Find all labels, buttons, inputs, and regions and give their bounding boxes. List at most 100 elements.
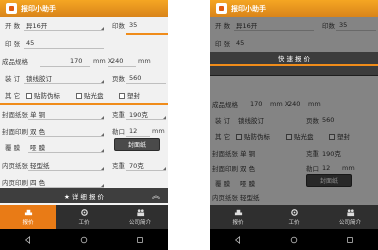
fengmian-yin-select[interactable]: 双 色 [30, 126, 45, 136]
quick-quote-header: 快 速 报 价 [277, 55, 311, 63]
tab-quote[interactable]: 报价 [210, 205, 266, 229]
neiwen-ke-label: 克重 [112, 162, 125, 170]
neiwen-yin-select[interactable]: 四 色 [30, 177, 45, 187]
opt-fangwei-label: 贴防伪标 [34, 92, 60, 100]
yinzhang-underline [24, 48, 104, 49]
tab-quote-label: 报价 [232, 220, 244, 226]
opt-guangpan-label: 贴光盘 [84, 92, 104, 100]
fengmian-zhi-select[interactable]: 单 铜 [30, 109, 45, 119]
zhuangding-select[interactable]: 锁线胶订 [26, 73, 52, 83]
fengmian-ke-label: 克重 [112, 111, 125, 119]
gold-icon [234, 209, 242, 216]
chengpin-width-input[interactable]: 170 [70, 57, 82, 65]
back-icon[interactable] [24, 235, 32, 244]
yeshu-input[interactable]: 560 [129, 74, 141, 82]
checkbox-icon [119, 93, 125, 99]
tab-price[interactable]: 工价 [56, 205, 112, 229]
recent-icon[interactable] [346, 236, 354, 244]
lekou-label: 勒口 [112, 128, 125, 136]
tab-quote-label: 报价 [22, 220, 34, 226]
fengmian-yin-underline [28, 136, 104, 137]
yinshu-label: 印数 [112, 22, 125, 30]
fengmian-yin-label: 封面印刷 [2, 128, 28, 136]
detailed-quote-button[interactable]: ★ 详 细 报 价 ︽ [0, 188, 168, 203]
app-icon [6, 3, 17, 14]
gear-icon [290, 209, 298, 216]
tab-company[interactable]: 公司简介 [112, 205, 168, 229]
qita-label: 其 它 [5, 92, 21, 100]
kaishu-select[interactable]: 异16开 [26, 20, 47, 30]
yeshu-label: 页数 [112, 75, 125, 83]
chengpin-unit-label: mm [138, 57, 151, 65]
zhuangding-label: 装 订 [5, 75, 21, 83]
cover-paper-button[interactable]: 封面纸 [114, 138, 160, 151]
zhuangding-underline [24, 83, 104, 84]
fumo-select[interactable]: 哑 膜 [30, 142, 45, 152]
tab-company[interactable]: 公司简介 [322, 205, 378, 229]
chevron-up-icon: ︽ [152, 191, 160, 200]
bottom-tab-bar: 报价 工价 公司简介 [210, 205, 378, 229]
tab-quote[interactable]: 报价 [0, 205, 56, 229]
neiwen-zhi-select[interactable]: 轻型纸 [30, 160, 50, 170]
section-divider [0, 103, 168, 105]
opt-sufeng[interactable]: 塑封 [119, 90, 140, 100]
app-icon [216, 3, 227, 14]
phone-screen-2: 报印小助手 开 数 异16开 印数 35 印 张 45 成品规格 170 mm … [210, 0, 378, 250]
dropdown-arrow-icon [163, 167, 166, 170]
app-title: 报印小助手 [231, 4, 266, 13]
tab-price[interactable]: 工价 [266, 205, 322, 229]
quick-quote-panel: 快 速 报 价 [210, 52, 378, 76]
fumo-label: 覆 膜 [5, 144, 21, 152]
opt-guangpan[interactable]: 贴光盘 [76, 90, 104, 100]
dropdown-arrow-icon [101, 133, 104, 136]
gear-icon [80, 209, 88, 216]
yinshu-input[interactable]: 35 [129, 21, 137, 29]
tab-price-label: 工价 [78, 220, 90, 226]
dropdown-arrow-icon [101, 80, 104, 83]
yinzhang-input[interactable]: 45 [26, 39, 34, 47]
title-bar: 报印小助手 [0, 0, 168, 17]
opt-sufeng-label: 塑封 [127, 92, 140, 100]
fengmian-zhi-underline [28, 119, 104, 120]
fengmian-ke-underline [126, 119, 166, 120]
chengpin-label: 成品规格 [2, 58, 28, 66]
lekou-unit-label: mm [152, 127, 165, 135]
back-icon[interactable] [234, 235, 242, 244]
opt-fangwei[interactable]: 贴防伪标 [26, 90, 60, 100]
lekou-input[interactable]: 12 [129, 127, 137, 135]
neiwen-ke-select[interactable]: 70克 [129, 160, 144, 170]
home-icon[interactable] [80, 236, 88, 244]
dropdown-arrow-icon [101, 149, 104, 152]
chengpin-w-underline [40, 66, 90, 67]
kaishu-label: 开 数 [5, 22, 21, 30]
dim-overlay[interactable] [210, 17, 378, 205]
chengpin-h-underline [108, 66, 136, 67]
dropdown-arrow-icon [101, 27, 104, 30]
neiwen-zhi-label: 内页纸张 [2, 162, 28, 170]
dropdown-arrow-icon [101, 167, 104, 170]
android-nav-bar [210, 229, 378, 250]
tab-company-label: 公司简介 [338, 220, 361, 226]
recent-icon[interactable] [136, 236, 144, 244]
yeshu-underline [126, 83, 166, 84]
yinzhang-label: 印 张 [5, 40, 21, 48]
neiwen-zhi-underline [28, 170, 104, 171]
bottom-tab-bar: 报价 工价 公司简介 [0, 205, 168, 229]
fengmian-ke-select[interactable]: 190克 [129, 109, 148, 119]
home-icon[interactable] [290, 236, 298, 244]
dropdown-arrow-icon [163, 116, 166, 119]
app-title: 报印小助手 [21, 4, 56, 13]
tab-company-label: 公司简介 [128, 220, 151, 226]
tab-price-label: 工价 [288, 220, 300, 226]
neiwen-yin-label: 内页印刷 [2, 179, 28, 187]
chengpin-height-input[interactable]: 240 [111, 57, 123, 65]
phone-screen-1: 报印小助手 开 数 异16开 印数 35 印 张 45 成品规格 170 mm … [0, 0, 168, 250]
quick-quote-divider [210, 64, 378, 66]
dropdown-arrow-icon [101, 184, 104, 187]
android-nav-bar [0, 229, 168, 250]
row-qita: 其 它 贴防伪标 贴光盘 塑封 [0, 87, 168, 103]
detailed-quote-label: ★ 详 细 报 价 [63, 192, 105, 201]
neiwen-ke-underline [126, 170, 166, 171]
fumo-underline [28, 152, 104, 153]
fengmian-zhi-label: 封面纸张 [2, 111, 28, 119]
